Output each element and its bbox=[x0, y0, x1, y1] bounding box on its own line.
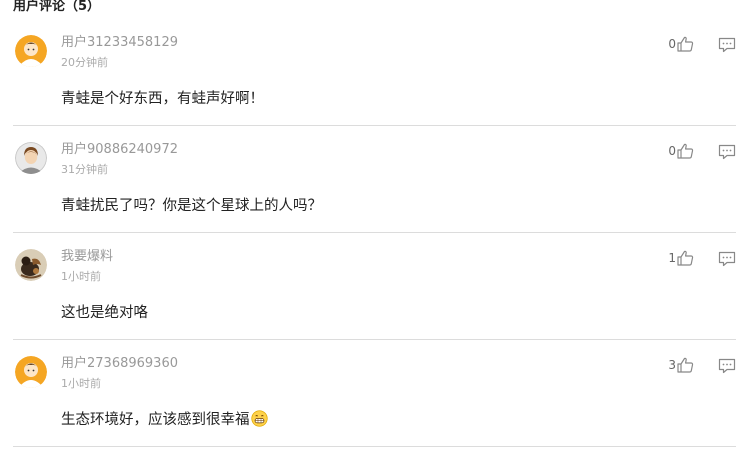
comment-text: 青蛙扰民了吗？你是这个星球上的人吗？ bbox=[61, 198, 322, 214]
comment-bubble-icon bbox=[718, 144, 736, 160]
comment-text: 青蛙是个好东西，有蛙声好啊！ bbox=[61, 91, 264, 107]
thumbs-up-icon bbox=[677, 36, 694, 52]
like-button[interactable]: 0 bbox=[668, 142, 694, 160]
reply-button[interactable] bbox=[718, 37, 736, 53]
comment-item: 用户90886240972 31分钟前 青蛙扰民了吗？你是这个星球上的人吗？ 0 bbox=[0, 125, 744, 232]
comment-time: 31分钟前 bbox=[61, 163, 108, 176]
reply-button[interactable] bbox=[718, 144, 736, 160]
comment-time: 20分钟前 bbox=[61, 56, 108, 69]
user-avatar[interactable] bbox=[15, 249, 47, 281]
comment-time: 1小时前 bbox=[61, 270, 101, 283]
like-count: 0 bbox=[668, 144, 676, 158]
comment-bubble-icon bbox=[718, 358, 736, 374]
comment-item: 用户27368969360 1小时前 生态环境好，应该感到很幸福 3 bbox=[0, 339, 744, 446]
comment-text: 这也是绝对咯 bbox=[61, 305, 148, 321]
comment-item: 我要爆料 1小时前 这也是绝对咯 1 bbox=[0, 232, 744, 339]
comment-bubble-icon bbox=[718, 37, 736, 53]
comment-time: 1小时前 bbox=[61, 377, 101, 390]
comments-section: 用户评论（5） 用户31233458129 20分钟前 青蛙是个好东西，有蛙声好… bbox=[0, 0, 744, 451]
like-count: 1 bbox=[668, 251, 676, 265]
reply-button[interactable] bbox=[718, 358, 736, 374]
user-avatar[interactable] bbox=[15, 35, 47, 67]
grin-emoji-icon bbox=[250, 410, 268, 427]
comment-username[interactable]: 用户90886240972 bbox=[61, 142, 178, 158]
like-button[interactable]: 0 bbox=[668, 35, 694, 53]
default-avatar-icon bbox=[15, 356, 47, 388]
comment-item: 用户31233458129 20分钟前 青蛙是个好东西，有蛙声好啊！ 0 bbox=[0, 18, 744, 125]
comment-bubble-icon bbox=[718, 251, 736, 267]
like-count: 0 bbox=[668, 37, 676, 51]
thumbs-up-icon bbox=[677, 143, 694, 159]
comment-username[interactable]: 我要爆料 bbox=[61, 249, 113, 265]
thumbs-up-icon bbox=[677, 357, 694, 373]
reply-button[interactable] bbox=[718, 251, 736, 267]
like-button[interactable]: 3 bbox=[668, 356, 694, 374]
user-avatar[interactable] bbox=[15, 356, 47, 388]
comment-text: 生态环境好，应该感到很幸福 bbox=[61, 410, 268, 430]
comment-username[interactable]: 用户31233458129 bbox=[61, 35, 178, 51]
comments-title: 用户评论（5） bbox=[13, 0, 101, 14]
default-avatar-icon bbox=[15, 35, 47, 67]
comment-divider bbox=[13, 446, 736, 447]
thumbs-up-icon bbox=[677, 250, 694, 266]
user-avatar[interactable] bbox=[15, 142, 47, 174]
comment-username[interactable]: 用户27368969360 bbox=[61, 356, 178, 372]
like-count: 3 bbox=[668, 358, 676, 372]
photo-avatar-icon bbox=[15, 249, 47, 281]
like-button[interactable]: 1 bbox=[668, 249, 694, 267]
person-avatar-icon bbox=[15, 142, 47, 174]
comment-text-content: 生态环境好，应该感到很幸福 bbox=[61, 412, 250, 428]
